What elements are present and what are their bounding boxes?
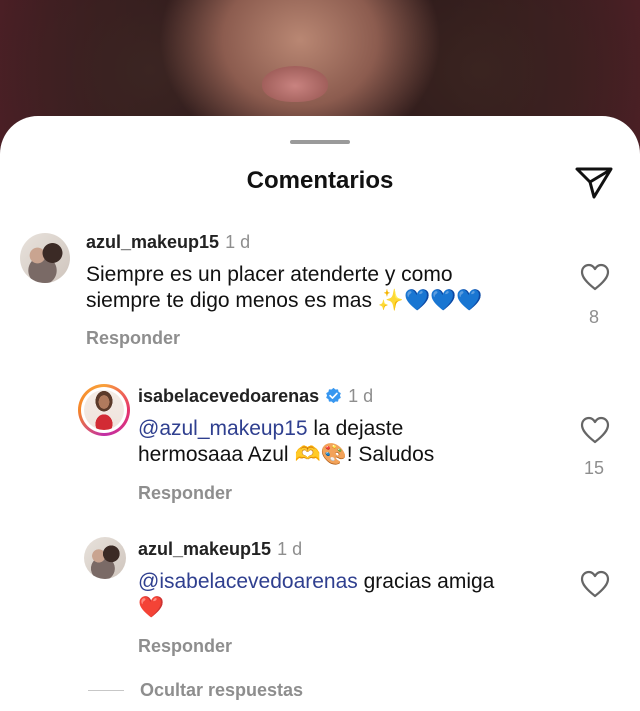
comment-meta: azul_makeup15 1 d xyxy=(138,539,302,560)
comment-line: ❤️ xyxy=(138,595,558,621)
comments-sheet: Comentarios azul_makeup15 1 d Siempre es … xyxy=(0,116,640,711)
comment-text: @isabelacevedoarenas gracias amiga ❤️ xyxy=(138,569,558,621)
divider xyxy=(88,690,124,691)
timestamp: 1 d xyxy=(277,539,303,559)
comment-line: @isabelacevedoarenas gracias amiga xyxy=(138,570,495,593)
emoji: ❤️ xyxy=(138,596,165,619)
username[interactable]: azul_makeup15 xyxy=(138,539,271,559)
reply-comment-2: azul_makeup15 1 d @isabelacevedoarenas gr… xyxy=(0,116,640,656)
photo-detail xyxy=(262,66,328,102)
avatar-photo xyxy=(84,537,126,579)
like-button[interactable] xyxy=(580,570,610,598)
hide-replies-label: Ocultar respuestas xyxy=(140,680,304,700)
reply-button[interactable]: Responder xyxy=(138,636,232,657)
avatar[interactable] xyxy=(84,537,126,579)
hide-replies-button[interactable]: Ocultar respuestas xyxy=(88,680,303,701)
heart-outline-icon xyxy=(580,570,610,598)
screen: Comentarios azul_makeup15 1 d Siempre es … xyxy=(0,0,640,711)
mention-link[interactable]: @isabelacevedoarenas xyxy=(138,570,358,593)
